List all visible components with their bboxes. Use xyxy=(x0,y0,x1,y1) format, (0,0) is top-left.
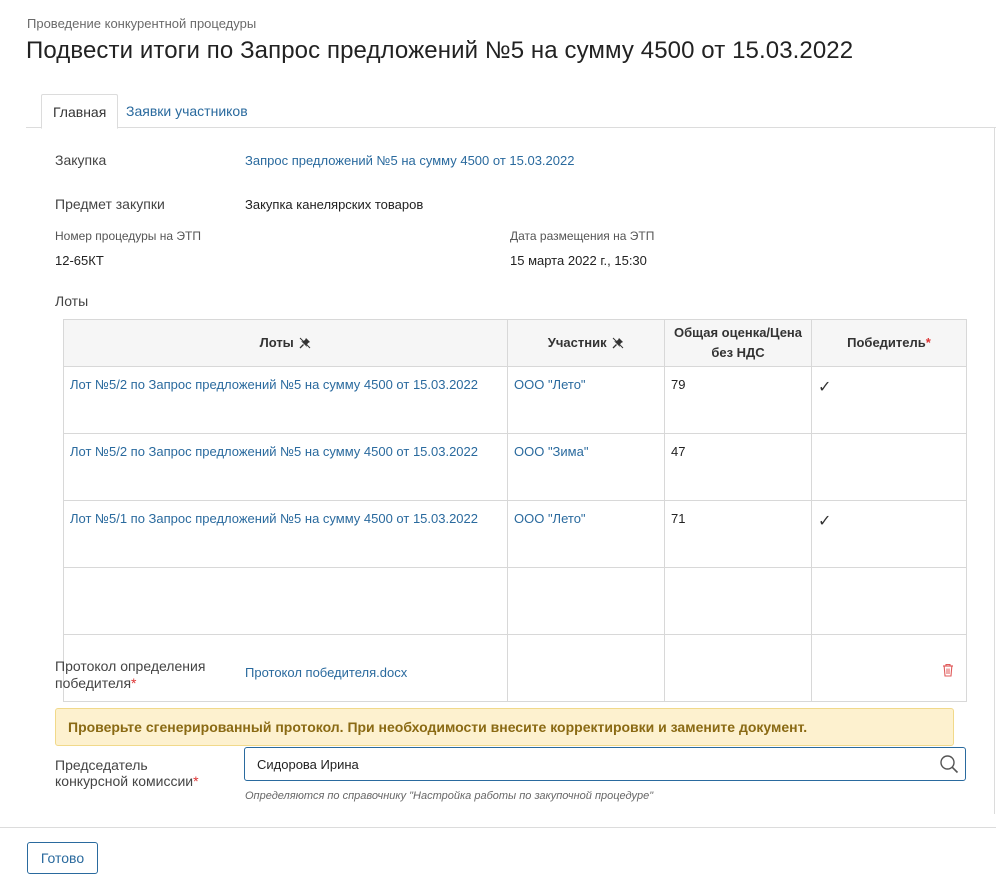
search-icon[interactable] xyxy=(939,754,959,774)
table-row-empty[interactable] xyxy=(63,567,967,635)
protocol-label-line2: победителя xyxy=(55,675,132,691)
score-cell[interactable]: 47 xyxy=(664,433,812,501)
lot-link[interactable]: Лот №5/1 по Запрос предложений №5 на сум… xyxy=(70,511,478,526)
score-cell[interactable]: 71 xyxy=(664,500,812,568)
winner-cell[interactable] xyxy=(811,433,967,501)
column-header-winner-label: Победитель xyxy=(847,335,926,350)
etp-date-value: 15 марта 2022 г., 15:30 xyxy=(510,253,647,268)
trash-icon[interactable] xyxy=(942,663,954,677)
required-marker: * xyxy=(925,335,931,350)
participant-link[interactable]: ООО "Лето" xyxy=(514,377,586,392)
chairman-field[interactable] xyxy=(244,747,966,781)
lots-table: Лоты Участник Общая оценка/Цена без НДС … xyxy=(63,319,967,702)
chairman-hint: Определяются по справочнику "Настройка р… xyxy=(245,790,654,802)
column-header-winner[interactable]: Победитель* xyxy=(811,319,967,367)
lot-link[interactable]: Лот №5/2 по Запрос предложений №5 на сум… xyxy=(70,444,478,459)
footer-divider xyxy=(0,827,996,828)
participant-link[interactable]: ООО "Лето" xyxy=(514,511,586,526)
chairman-label-line2: конкурсной комиссии xyxy=(55,773,194,789)
chairman-input[interactable] xyxy=(245,748,925,780)
etp-date-label: Дата размещения на ЭТП xyxy=(510,229,655,243)
purchase-label: Закупка xyxy=(55,152,107,168)
purchase-link[interactable]: Запрос предложений №5 на сумму 4500 от 1… xyxy=(245,153,574,168)
tab-participant-applications[interactable]: Заявки участников xyxy=(115,94,259,129)
pin-icon[interactable] xyxy=(612,337,624,349)
participant-link[interactable]: ООО "Зима" xyxy=(514,444,588,459)
winner-cell[interactable]: ✓ xyxy=(811,366,967,434)
check-icon: ✓ xyxy=(818,513,832,530)
check-icon: ✓ xyxy=(818,379,832,396)
column-header-participant-label: Участник xyxy=(547,335,607,350)
done-button[interactable]: Готово xyxy=(27,842,98,874)
tab-main[interactable]: Главная xyxy=(41,94,119,129)
score-cell[interactable]: 79 xyxy=(664,366,812,434)
table-row[interactable]: Лот №5/1 по Запрос предложений №5 на сум… xyxy=(63,500,967,568)
subject-value: Закупка канелярских товаров xyxy=(245,197,424,212)
required-marker: * xyxy=(131,675,137,691)
warning-banner: Проверьте сгенерированный протокол. При … xyxy=(55,708,954,746)
breadcrumb: Проведение конкурентной процедуры xyxy=(27,16,257,31)
etp-number-label: Номер процедуры на ЭТП xyxy=(55,229,201,243)
chairman-label: Председатель конкурсной комиссии* xyxy=(55,757,199,789)
subject-label: Предмет закупки xyxy=(55,196,165,212)
table-row[interactable]: Лот №5/2 по Запрос предложений №5 на сум… xyxy=(63,366,967,434)
column-header-participant[interactable]: Участник xyxy=(507,319,665,367)
content-right-border xyxy=(994,128,995,814)
column-header-lots-label: Лоты xyxy=(259,335,294,350)
column-header-lots[interactable]: Лоты xyxy=(63,319,508,367)
etp-number-value: 12-65КТ xyxy=(55,253,104,268)
tab-bar: Главная Заявки участников xyxy=(26,94,996,129)
required-marker: * xyxy=(193,773,199,789)
protocol-file-link[interactable]: Протокол победителя.docx xyxy=(245,665,407,680)
table-header-row: Лоты Участник Общая оценка/Цена без НДС … xyxy=(63,319,967,367)
pin-icon[interactable] xyxy=(299,337,311,349)
table-row[interactable]: Лот №5/2 по Запрос предложений №5 на сум… xyxy=(63,433,967,501)
protocol-label: Протокол определения победителя* xyxy=(55,658,205,692)
winner-cell[interactable]: ✓ xyxy=(811,500,967,568)
lots-section-label: Лоты xyxy=(55,293,89,309)
lot-link[interactable]: Лот №5/2 по Запрос предложений №5 на сум… xyxy=(70,377,478,392)
page-title: Подвести итоги по Запрос предложений №5 … xyxy=(26,37,854,64)
chairman-label-line1: Председатель xyxy=(55,757,148,773)
column-header-score[interactable]: Общая оценка/Цена без НДС xyxy=(664,319,812,367)
protocol-label-line1: Протокол определения xyxy=(55,658,206,674)
